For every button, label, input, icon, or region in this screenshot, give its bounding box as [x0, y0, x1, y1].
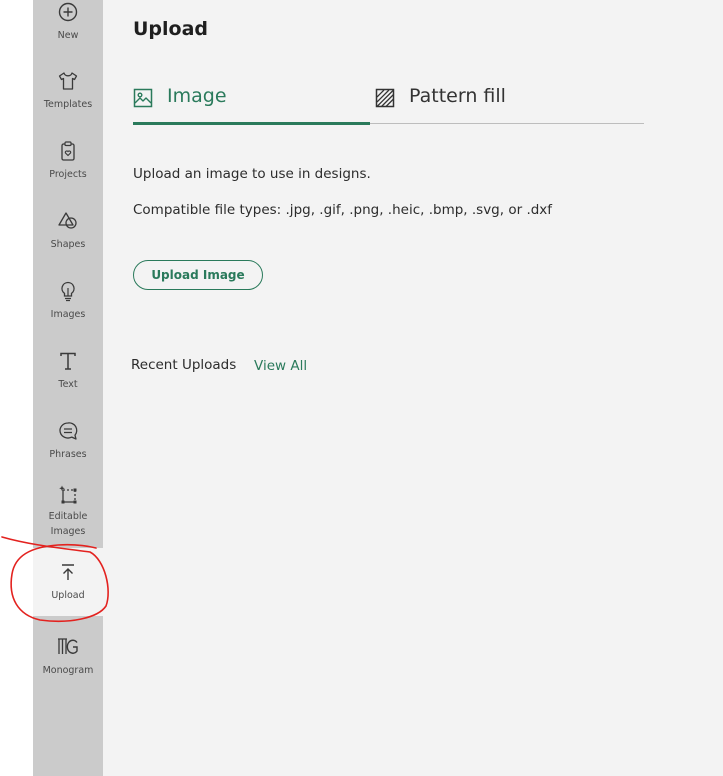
sidebar-item-shapes[interactable]: Shapes [33, 210, 103, 256]
sidebar-item-label: Shapes [50, 239, 86, 250]
plus-circle-icon [58, 2, 78, 22]
shapes-icon [58, 212, 77, 229]
sidebar-item-projects[interactable]: Projects [33, 140, 103, 186]
sidebar-item-editable-images[interactable]: Editable Images [33, 484, 103, 544]
tab-image-label: Image [167, 85, 227, 107]
lightbulb-icon [61, 281, 75, 302]
view-all-link[interactable]: View All [254, 358, 307, 374]
sidebar-item-text[interactable]: Text [33, 350, 103, 396]
sidebar-item-label: New [57, 30, 79, 41]
compatible-file-types: Compatible file types: .jpg, .gif, .png,… [133, 202, 553, 218]
sidebar-item-phrases[interactable]: Phrases [33, 420, 103, 466]
upload-panel: Upload Image Pattern fill Upload an imag… [103, 0, 723, 776]
sidebar-item-label: Projects [49, 169, 87, 180]
page-title: Upload [133, 18, 209, 40]
sidebar-item-label: Monogram [42, 665, 94, 676]
pattern-fill-icon [375, 88, 395, 108]
text-t-icon [60, 352, 76, 370]
sidebar-item-label: Editable [48, 511, 88, 522]
upload-description: Upload an image to use in designs. [133, 166, 371, 182]
sidebar-item-label: Phrases [49, 449, 87, 460]
upload-image-button[interactable]: Upload Image [133, 260, 263, 290]
sidebar-item-upload[interactable]: Upload [33, 548, 103, 616]
sidebar-item-monogram[interactable]: Monogram [33, 636, 103, 682]
tab-pattern-label: Pattern fill [409, 85, 506, 107]
sidebar-item-templates[interactable]: Templates [33, 70, 103, 116]
monogram-icon [58, 638, 78, 654]
image-icon [133, 88, 153, 108]
sidebar-item-label: Templates [43, 99, 93, 110]
shirt-icon [58, 72, 78, 90]
sidebar-item-new[interactable]: New [33, 0, 103, 46]
sidebar-item-label: Text [58, 379, 78, 390]
clipboard-heart-icon [61, 141, 75, 161]
sidebar-item-label-line2: Images [50, 526, 86, 537]
editable-image-icon [59, 485, 77, 504]
sidebar-item-label: Images [50, 309, 86, 320]
tab-image[interactable]: Image [133, 84, 370, 124]
tab-pattern-fill[interactable]: Pattern fill [375, 84, 615, 124]
sidebar-item-label: Upload [51, 590, 85, 601]
speech-bubble-icon [59, 422, 78, 440]
active-tab-indicator [133, 122, 370, 125]
recent-uploads-label: Recent Uploads [131, 357, 237, 373]
sidebar: New Templates Projects Shapes Images Tex… [33, 0, 103, 776]
sidebar-item-images[interactable]: Images [33, 280, 103, 326]
upload-arrow-icon [62, 564, 74, 580]
